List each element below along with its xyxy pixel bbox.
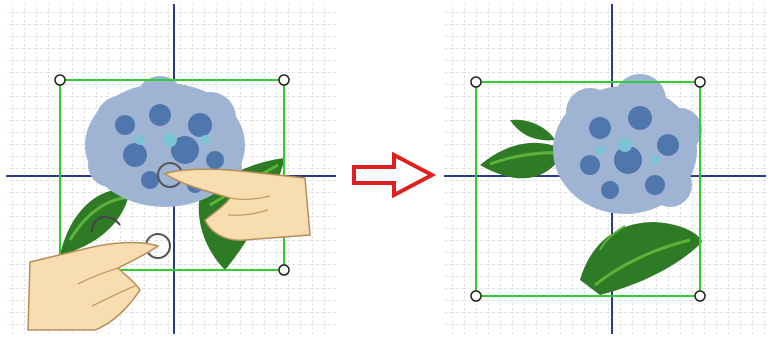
handle-bottom-left[interactable] [470, 290, 482, 302]
handle-top-left[interactable] [54, 74, 66, 86]
right-arrow-icon [346, 151, 438, 199]
canvas-before-svg [6, 4, 336, 334]
handle-top-right[interactable] [278, 74, 290, 86]
handle-bottom-right[interactable] [694, 290, 706, 302]
handle-top-left[interactable] [470, 76, 482, 88]
handle-bottom-right[interactable] [278, 264, 290, 276]
canvas-after-svg [444, 4, 766, 334]
design-canvas-before[interactable] [0, 0, 340, 341]
handle-top-right[interactable] [694, 76, 706, 88]
design-canvas-after[interactable] [440, 0, 770, 341]
